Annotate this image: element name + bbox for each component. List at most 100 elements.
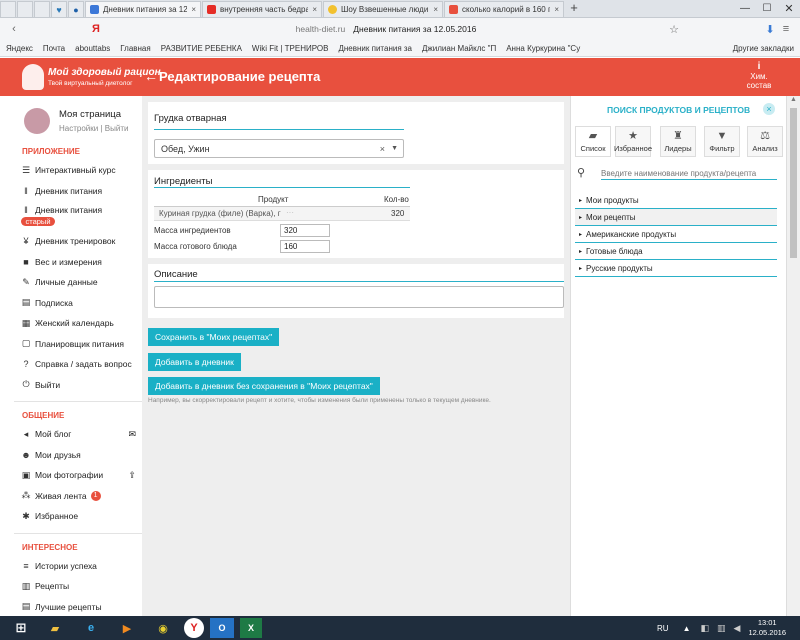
bookmark-item[interactable]: Джилиан Майклс "П [422, 44, 496, 53]
sidebar-item-logout[interactable]: ⏻ Выйти [14, 375, 142, 396]
mass-ingredients-input[interactable] [280, 224, 330, 237]
add-to-diary-nosave-button[interactable]: Добавить в дневник без сохранения в "Мои… [148, 377, 380, 395]
outlook-icon[interactable]: O [210, 618, 234, 638]
exit-link[interactable]: Выйти [105, 124, 129, 133]
tab-blank[interactable] [34, 1, 50, 17]
meal-select[interactable]: Обед, Ужин × ▼ [154, 139, 404, 158]
sidebar-item-favorites[interactable]: ✱ Избранное [14, 506, 142, 527]
sidebar-item-recipes[interactable]: ▥ Рецепты [14, 576, 142, 597]
recipe-name[interactable]: Грудка отварная [148, 102, 564, 124]
minimize-window-icon[interactable]: — [734, 1, 756, 17]
page-scrollbar[interactable]: ▲ [786, 96, 800, 616]
tab-favorites[interactable]: ★ Избранное [614, 126, 652, 157]
tab-pinned-globe[interactable]: ● [68, 1, 84, 17]
tab-show[interactable]: Шоу Взвешенные люди 1 в × [323, 1, 443, 17]
category-my-products[interactable]: ▸ Мои продукты [575, 192, 777, 209]
new-tab-button[interactable]: + [565, 1, 583, 17]
search-icon[interactable]: ⚲ [577, 166, 585, 179]
more-icon[interactable]: ··· [286, 208, 294, 217]
table-row[interactable]: Куриная грудка (филе) (Варка), г ··· 320 [154, 207, 410, 221]
bookmark-item[interactable]: Wiki Fit | ТРЕНИРОВ [252, 44, 329, 53]
yandex-browser-icon[interactable]: Y [184, 618, 204, 638]
sidebar-item-personal[interactable]: ✎ Личные данные [14, 272, 142, 293]
category-american[interactable]: ▸ Американские продукты [575, 226, 777, 243]
sidebar-item-diet-diary-old[interactable]: ǁ Дневник питания старый [14, 201, 142, 231]
back-arrow-icon[interactable]: ‹ [6, 21, 22, 37]
bookmark-item[interactable]: РАЗВИТИЕ РЕБЕНКА [161, 44, 242, 53]
sidebar-item-help[interactable]: ? Справка / задать вопрос [14, 354, 142, 375]
ingredient-name[interactable]: Куриная грудка (филе) (Варка), г [159, 209, 281, 218]
close-tab-icon[interactable]: × [312, 5, 317, 14]
mass-dish-input[interactable] [280, 240, 330, 253]
chem-composition-button[interactable]: i Хим. состав [744, 61, 774, 90]
sidebar-item-planner[interactable]: ▢ Планировщик питания [14, 334, 142, 355]
lang-indicator[interactable]: RU [657, 624, 669, 633]
bookmark-item[interactable]: Почта [43, 44, 65, 53]
maximize-window-icon[interactable]: ☐ [756, 1, 778, 17]
sidebar-item-best-recipes[interactable]: ▤ Лучшие рецепты [14, 597, 142, 617]
tab-pinned-heart[interactable]: ♥ [51, 1, 67, 17]
ingredient-qty[interactable]: 320 [391, 209, 404, 218]
tab-blank[interactable] [0, 1, 16, 17]
ie-icon[interactable]: e [76, 618, 106, 638]
volume-icon[interactable]: ◀ [734, 623, 741, 634]
tab-list[interactable]: ▰ Список [575, 126, 611, 157]
yandex-logo[interactable]: Я [92, 23, 106, 35]
search-input[interactable] [601, 167, 777, 180]
write-post-icon[interactable]: ✉ [128, 429, 136, 440]
tab-blank[interactable] [17, 1, 33, 17]
sidebar-item-blog[interactable]: ◂ Мой блог ✉ [14, 424, 142, 445]
category-russian[interactable]: ▸ Русские продукты [575, 260, 777, 277]
description-textarea[interactable] [154, 286, 564, 308]
close-tab-icon[interactable]: × [191, 5, 196, 14]
category-my-recipes[interactable]: ▸ Мои рецепты [575, 209, 777, 226]
settings-link[interactable]: Настройки [59, 124, 98, 133]
excel-icon[interactable]: X [240, 618, 262, 638]
sidebar-item-course[interactable]: ☰ Интерактивный курс [14, 160, 142, 181]
tab-leaders[interactable]: ♜ Лидеры [660, 126, 696, 157]
media-player-icon[interactable]: ▶ [112, 618, 142, 638]
clear-icon[interactable]: × [380, 144, 385, 154]
tab-calories[interactable]: сколько калорий в 160 гр к × [444, 1, 564, 17]
close-tab-icon[interactable]: × [554, 5, 559, 14]
bookmark-item[interactable]: abouttabs [75, 44, 110, 53]
profile-link[interactable]: Моя страница [59, 109, 121, 120]
sidebar-item-success[interactable]: ≡ Истории успеха [14, 556, 142, 577]
sidebar-item-workout[interactable]: ¥ Дневник тренировок [14, 231, 142, 252]
sidebar-item-weight[interactable]: ■ Вес и измерения [14, 252, 142, 273]
add-to-diary-button[interactable]: Добавить в дневник [148, 353, 241, 371]
scrollbar-thumb[interactable] [790, 108, 797, 258]
tab-analysis[interactable]: ⚖ Анализ [747, 126, 783, 157]
close-tab-icon[interactable]: × [433, 5, 438, 14]
sidebar-item-photos[interactable]: ▣ Мои фотографии ⇪ [14, 465, 142, 486]
bookmark-item[interactable]: Дневник питания за [338, 44, 412, 53]
start-button-icon[interactable]: ⊞ [8, 618, 34, 638]
sidebar-item-calendar[interactable]: ▦ Женский календарь [14, 313, 142, 334]
network-icon[interactable]: ▥ [717, 623, 726, 634]
tab-diet-diary[interactable]: Дневник питания за 12.0 × [85, 1, 201, 17]
close-panel-icon[interactable]: × [763, 103, 775, 115]
sidebar-item-subscription[interactable]: ▤ Подписка [14, 293, 142, 314]
scrollbar-up-icon[interactable]: ▲ [787, 96, 800, 108]
download-icon[interactable]: ⬇ [762, 21, 778, 37]
chevron-down-icon[interactable]: ▼ [391, 145, 398, 152]
upload-icon[interactable]: ⇪ [128, 470, 136, 481]
save-recipe-button[interactable]: Сохранить в "Моих рецептах" [148, 328, 280, 346]
explorer-icon[interactable]: ▰ [40, 618, 70, 638]
sidebar-item-feed[interactable]: ⁂ Живая лента 1 [14, 486, 142, 507]
back-arrow-icon[interactable]: ← [144, 68, 158, 84]
category-ready-meals[interactable]: ▸ Готовые блюда [575, 243, 777, 260]
sidebar-item-diet-diary[interactable]: ǁ Дневник питания [14, 181, 142, 202]
clock[interactable]: 13:01 12.05.2016 [748, 618, 786, 638]
menu-icon[interactable]: ≡ [778, 21, 794, 37]
tray-arrow-icon[interactable]: ▲ [683, 624, 691, 633]
avatar[interactable] [24, 108, 50, 134]
chrome-icon[interactable]: ◉ [148, 618, 178, 638]
star-bookmark-icon[interactable]: ☆ [666, 21, 682, 37]
address-field[interactable]: health-diet.ru Дневник питания за 12.05.… [106, 21, 666, 37]
bookmark-item[interactable]: Анна Куркурина "Су [506, 44, 580, 53]
other-bookmarks[interactable]: Другие закладки [733, 44, 794, 53]
tab-filter[interactable]: ▼ Фильтр [704, 126, 740, 157]
bookmark-item[interactable]: Главная [120, 44, 150, 53]
close-window-icon[interactable]: ✕ [778, 1, 800, 17]
